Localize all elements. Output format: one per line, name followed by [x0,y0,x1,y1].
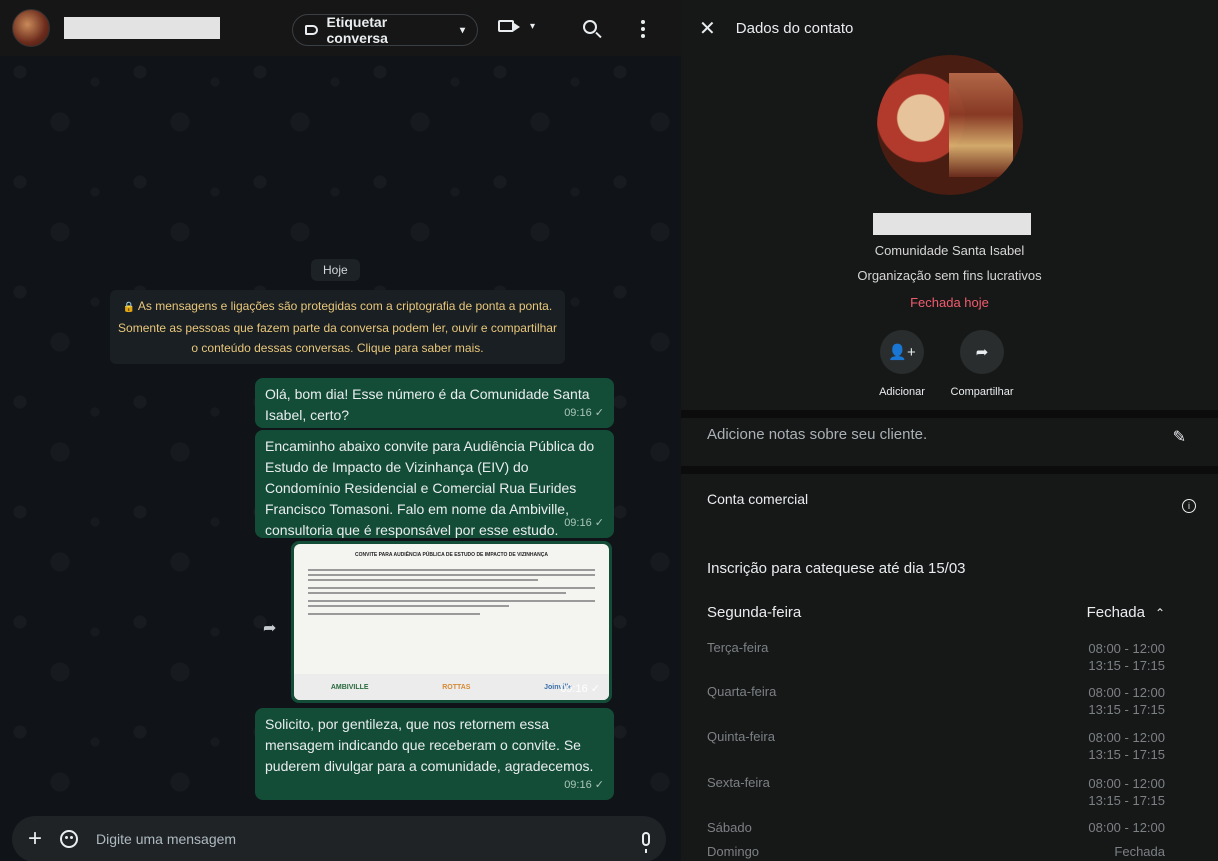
hours-value: 08:00 - 12:00 [1088,730,1165,745]
invitation-document-image: CONVITE PARA AUDIÊNCIA PÚBLICA DE ESTUDO… [294,544,609,700]
date-separator: Hoje [311,259,360,281]
rottas-logo: ROTTAS [442,683,471,691]
section-divider [681,466,1218,474]
profile-photo[interactable] [877,55,1023,195]
share-contact-label: Compartilhar [950,386,1014,398]
contact-info-title: Dados do contato [735,19,854,37]
info-icon[interactable]: i [1182,499,1196,513]
video-icon [498,20,520,32]
hours-row: Domingo Fechada [707,844,1165,859]
hours-value: Fechada [1114,844,1165,859]
section-divider [681,410,1218,418]
message-bubble[interactable]: Solicito, por gentileza, que nos retorne… [255,708,614,800]
hours-value: 13:15 - 17:15 [1088,658,1165,673]
close-icon[interactable]: ✕ [699,16,716,41]
hours-day: Quarta-feira [707,684,777,699]
hours-value: 08:00 - 12:00 [1088,776,1165,791]
hours-day: Domingo [707,844,760,859]
message-text: Olá, bom dia! Esse número é da Comunidad… [265,386,590,423]
contact-info-header: ✕ Dados do contato [681,0,1218,56]
encryption-notice[interactable]: 🔒 As mensagens e ligações são protegidas… [110,290,565,364]
notes-input[interactable]: Adicione notas sobre seu cliente. [707,426,927,443]
community-name: Comunidade Santa Isabel [874,243,1025,258]
message-time: 09:16 ✓ [564,407,604,419]
label-icon [305,25,319,35]
hours-value: 08:00 - 12:00 [1088,641,1165,656]
lock-icon: 🔒 [122,302,136,313]
chat-header: Etiquetar conversa ▾ ▾ [0,0,681,56]
microphone-icon[interactable] [642,832,650,853]
pencil-icon[interactable]: ✎ [1173,427,1186,447]
image-message[interactable]: CONVITE PARA AUDIÊNCIA PÚBLICA DE ESTUDO… [291,541,612,703]
document-title: CONVITE PARA AUDIÊNCIA PÚBLICA DE ESTUDO… [355,552,548,558]
hours-row[interactable]: Segunda-feira Fechada ⌃ [707,604,1165,621]
video-call-button[interactable]: ▾ [498,20,535,32]
message-text: Encaminho abaixo convite para Audiência … [265,438,595,538]
hours-day: Segunda-feira [707,604,802,621]
hours-day: Quinta-feira [707,729,775,744]
chevron-down-icon: ▾ [530,20,536,32]
hours-value: 13:15 - 17:15 [1088,702,1165,717]
attach-plus-icon[interactable]: + [28,825,42,853]
contact-name-redacted [873,213,1031,235]
message-time: 09:16 ✓ [560,683,600,695]
chevron-up-icon[interactable]: ⌃ [1155,606,1165,620]
forward-icon[interactable]: ➦ [263,618,276,638]
business-description: Inscrição para catequese até dia 15/03 [707,560,966,577]
hours-row: Terça-feira 08:00 - 12:00 13:15 - 17:15 [707,640,1165,674]
hours-row: Sábado 08:00 - 12:00 [707,820,1165,835]
message-input[interactable]: Digite uma mensagem [96,831,624,847]
hours-value: 08:00 - 12:00 [1088,820,1165,835]
search-icon[interactable] [583,20,597,34]
message-bubble[interactable]: Encaminho abaixo convite para Audiência … [255,430,614,538]
hours-day: Terça-feira [707,640,769,655]
business-account-label: Conta comercial [707,491,809,507]
contact-name-redacted[interactable] [64,17,220,39]
share-icon: ➦ [975,344,989,361]
app: Etiquetar conversa ▾ ▾ Hoje 🔒 As mensage… [0,0,1218,861]
open-status: Fechada hoje [910,295,989,310]
hours-value: 13:15 - 17:15 [1088,793,1165,808]
hours-day: Sábado [707,820,752,835]
contact-info-pane: ✕ Dados do contato Comunidade Santa Isab… [681,0,1218,861]
hours-value: 08:00 - 12:00 [1088,685,1165,700]
ambiville-logo: AMBIVILLE [330,683,369,691]
chat-pane: Etiquetar conversa ▾ ▾ Hoje 🔒 As mensage… [0,0,681,861]
hours-value: 13:15 - 17:15 [1088,747,1165,762]
add-contact-button[interactable]: 👤+ [880,330,924,374]
business-category: Organização sem fins lucrativos [857,268,1042,283]
add-contact-label: Adicionar [879,386,925,398]
add-person-icon: 👤+ [888,344,916,361]
message-time: 09:16 ✓ [564,517,604,529]
tag-conversation-label: Etiquetar conversa [326,14,388,46]
emoji-icon[interactable] [60,830,79,848]
chevron-down-icon: ▾ [459,24,465,36]
notice-line-3: o conteúdo dessas conversas. Clique para… [191,341,484,355]
hours-row: Sexta-feira 08:00 - 12:00 13:15 - 17:15 [707,775,1165,809]
message-bubble[interactable]: Olá, bom dia! Esse número é da Comunidad… [255,378,614,428]
message-composer: + Digite uma mensagem [12,816,666,861]
hours-day: Sexta-feira [707,775,770,790]
hours-row: Quinta-feira 08:00 - 12:00 13:15 - 17:15 [707,729,1165,763]
message-text: Solicito, por gentileza, que nos retorne… [265,716,594,774]
message-time: 09:16 ✓ [564,779,604,791]
menu-icon[interactable] [641,20,645,38]
hours-row: Quarta-feira 08:00 - 12:00 13:15 - 17:15 [707,684,1165,718]
notice-line-1: As mensagens e ligações são protegidas c… [137,299,553,313]
notice-line-2: Somente as pessoas que fazem parte da co… [118,321,557,335]
tag-conversation-button[interactable]: Etiquetar conversa ▾ [292,14,478,46]
contact-avatar[interactable] [12,9,50,47]
share-contact-button[interactable]: ➦ [960,330,1004,374]
hours-value: Fechada [1086,604,1145,621]
